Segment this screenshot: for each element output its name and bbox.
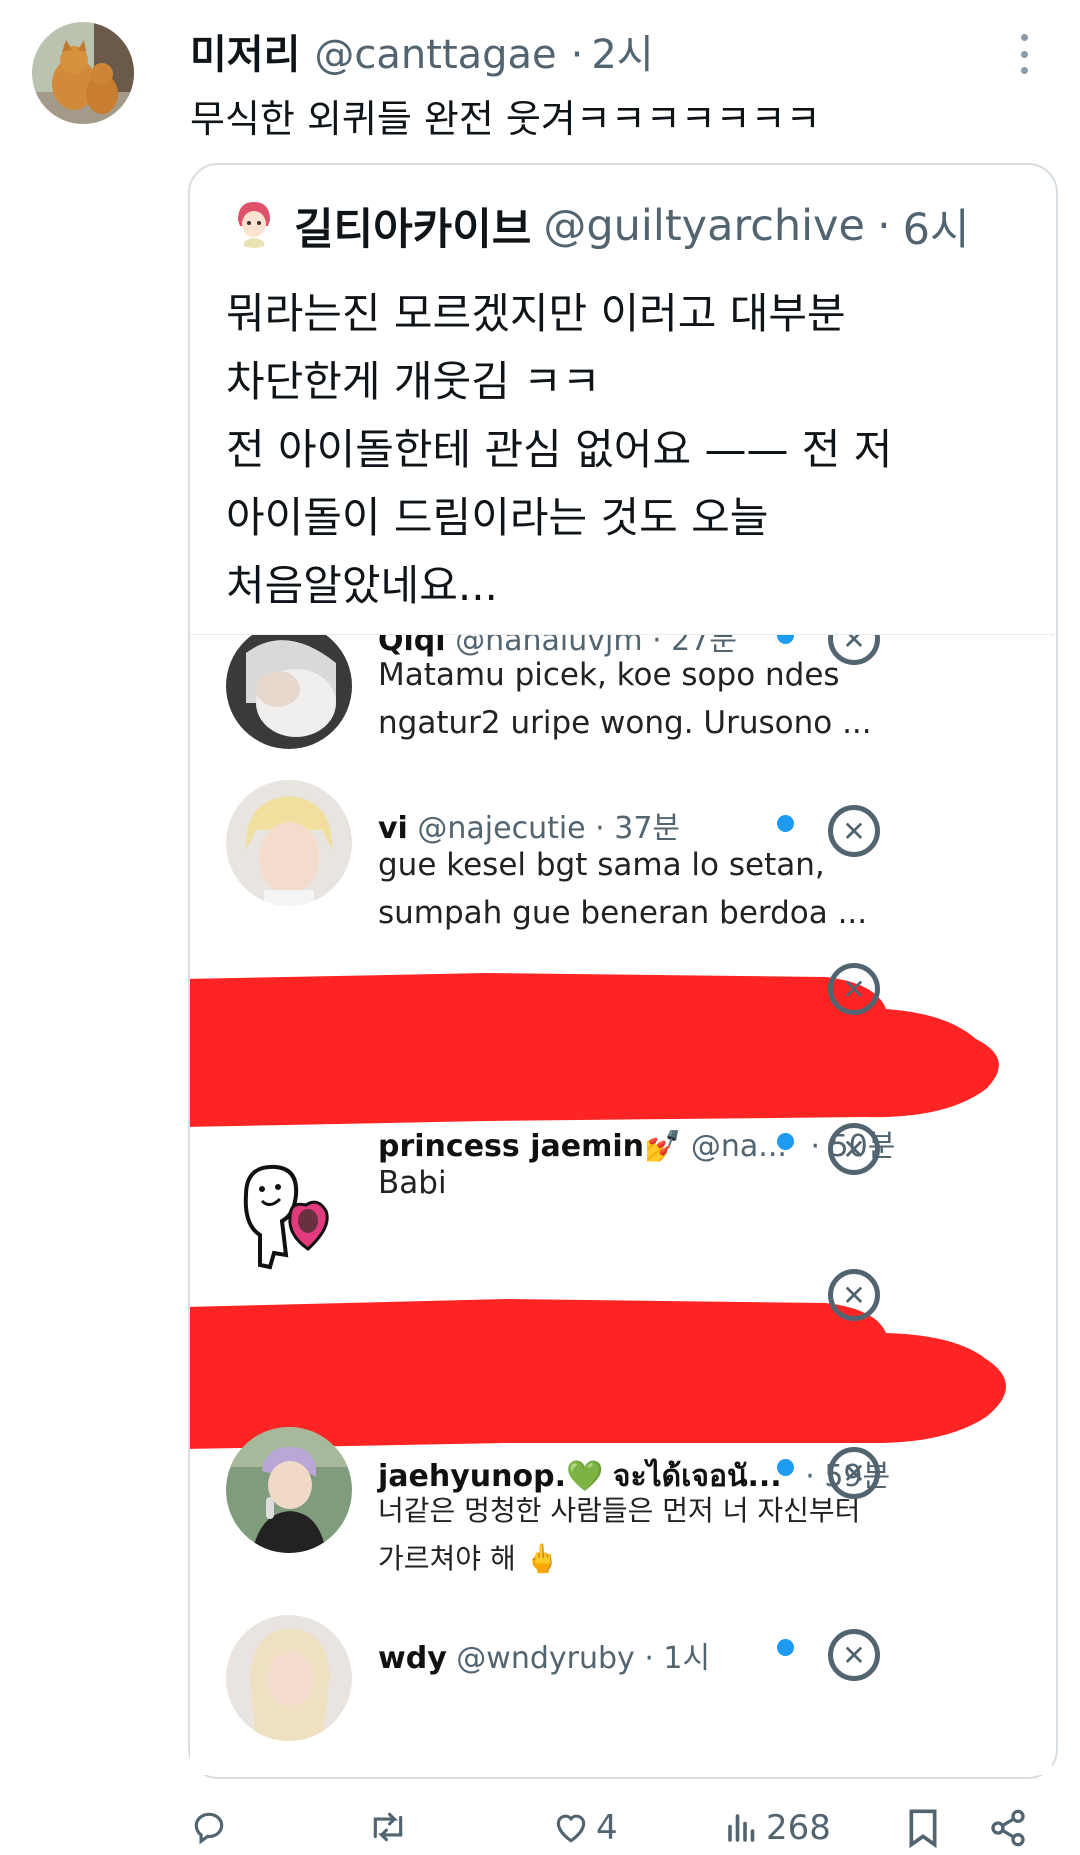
remove-icon[interactable]: ✕ — [828, 963, 880, 1015]
reply-text: 너같은 멍청한 사람들은 먼저 너 자신부터 가르쳐야 해 🖕 — [378, 1487, 860, 1583]
tweet-text: 무식한 외퀴들 완전 웃겨ㅋㅋㅋㅋㅋㅋㅋ — [190, 97, 821, 141]
share-icon — [991, 1809, 1025, 1847]
unread-dot — [777, 815, 794, 832]
heart-icon — [556, 1814, 586, 1843]
reply-name: wdy — [378, 1641, 447, 1676]
quoted-author-name[interactable]: 길티아카이브 — [294, 195, 531, 257]
reply-icon — [194, 1812, 224, 1845]
reply-text: gue kesel bgt sama lo setan, sumpah gue … — [378, 841, 867, 937]
unread-dot — [777, 1639, 794, 1656]
unread-dot — [777, 635, 794, 644]
reply-header: wdy @wndyruby · 1시 — [378, 1633, 710, 1677]
remove-icon[interactable]: ✕ — [828, 1269, 880, 1321]
quoted-line: 뭐라는진 모르겠지만 이러고 대부분 — [226, 289, 846, 338]
reply-line: 너같은 멍청한 사람들은 먼저 너 자신부터 — [378, 1494, 861, 1527]
remove-icon[interactable]: ✕ — [828, 805, 880, 857]
reply-button[interactable] — [190, 1808, 234, 1846]
author-handle[interactable]: @canttagae — [314, 32, 556, 78]
like-count: 4 — [596, 1808, 618, 1848]
author-name[interactable]: 미저리 — [190, 22, 300, 80]
views-button[interactable]: 268 — [724, 1808, 831, 1848]
tweet-header: 미저리 @canttagae · 2시 — [190, 22, 654, 78]
remove-icon[interactable]: ✕ — [828, 1447, 880, 1499]
views-icon — [728, 1814, 755, 1842]
more-options-icon[interactable] — [1012, 34, 1036, 74]
quoted-author-avatar — [228, 196, 280, 248]
view-count: 268 — [766, 1808, 831, 1848]
redaction-scribble — [190, 1299, 1006, 1449]
reply-avatar — [226, 1615, 352, 1741]
reply-header: princess jaemin💅 @na... · 50분 — [378, 1121, 895, 1165]
reply-handle: @na... — [690, 1129, 787, 1164]
header-separator: · — [570, 32, 584, 78]
quoted-text: 뭐라는진 모르겠지만 이러고 대부분 차단한게 개웃김 ㅋㅋ 전 아이돌한테 관… — [226, 280, 892, 620]
quoted-separator: · — [876, 201, 891, 251]
quoted-line: 처음알았네요... — [226, 561, 498, 610]
unread-dot — [777, 1133, 794, 1150]
remove-icon[interactable]: ✕ — [828, 1123, 880, 1175]
redaction-scribble — [190, 973, 999, 1127]
quoted-header: 길티아카이브 @guiltyarchive · 6시 — [294, 195, 970, 257]
share-button[interactable] — [988, 1808, 1028, 1848]
retweet-icon — [373, 1812, 403, 1842]
remove-icon[interactable]: ✕ — [828, 1629, 880, 1681]
bookmark-button[interactable] — [906, 1808, 940, 1848]
tweet-time[interactable]: 2시 — [591, 22, 653, 80]
quoted-author-handle[interactable]: @guiltyarchive — [543, 201, 865, 251]
quoted-line: 아이돌이 드림이라는 것도 오늘 — [226, 493, 769, 542]
reply-line: sumpah gue beneran berdoa ... — [378, 895, 868, 931]
reply-line: gue kesel bgt sama lo setan, — [378, 847, 825, 883]
unread-dot — [777, 1459, 794, 1476]
retweet-button[interactable] — [366, 1808, 416, 1846]
reply-text: Babi — [378, 1159, 447, 1207]
reply-avatar — [226, 635, 352, 749]
nail-polish-icon: 💅 — [643, 1129, 682, 1164]
bookmark-icon — [909, 1809, 937, 1848]
reply-line: Babi — [378, 1165, 447, 1201]
quoted-line: 차단한게 개웃김 ㅋㅋ — [226, 357, 601, 406]
tweet-actions: 4 268 — [190, 1808, 1050, 1848]
like-button[interactable]: 4 — [552, 1808, 618, 1848]
reply-line: ngatur2 uripe wong. Urusono ... — [378, 705, 872, 741]
attached-image[interactable]: Qiqi @nanaluvjm · 27분 Matamu picek, koe … — [190, 635, 1052, 1775]
reply-handle: @wndyruby · 1시 — [456, 1641, 711, 1676]
reply-line: Matamu picek, koe sopo ndes — [378, 657, 840, 693]
reply-avatar — [226, 1427, 352, 1553]
reply-avatar — [226, 1155, 352, 1281]
quoted-line: 전 아이돌한테 관심 없어요 —— 전 저 — [226, 425, 893, 474]
quoted-time: 6시 — [902, 205, 970, 255]
reply-avatar — [226, 780, 352, 906]
reply-text: Matamu picek, koe sopo ndes ngatur2 urip… — [378, 651, 872, 747]
reply-line: 가르쳐야 해 🖕 — [378, 1542, 560, 1575]
author-avatar[interactable] — [32, 22, 134, 124]
